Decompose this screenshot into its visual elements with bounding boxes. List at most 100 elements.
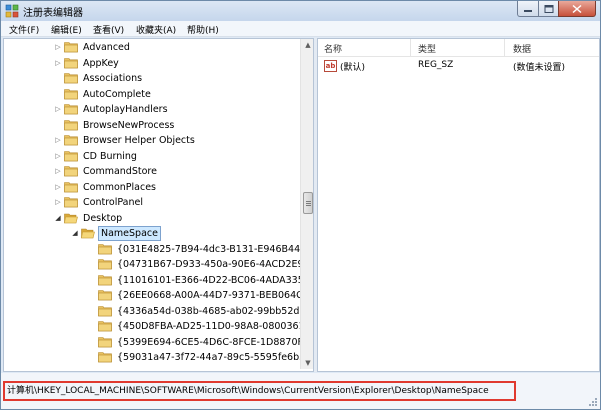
menu-help[interactable]: 帮助(H) <box>187 23 219 36</box>
folder-icon <box>98 305 112 316</box>
scrollbar-thumb[interactable] <box>303 192 313 214</box>
menu-file[interactable]: 文件(F) <box>9 23 39 36</box>
expand-arrow-icon[interactable]: ▷ <box>54 59 62 68</box>
registry-value-list[interactable]: 名称 类型 数据 ab (默认) REG_SZ (数值未设置) <box>317 38 600 372</box>
registry-path: 计算机\HKEY_LOCAL_MACHINE\SOFTWARE\Microsof… <box>3 381 516 401</box>
folder-icon <box>98 243 112 254</box>
tree-item-label: NameSpace <box>98 226 161 241</box>
expand-arrow-icon[interactable]: ▷ <box>54 105 62 114</box>
expand-arrow-icon[interactable]: ▷ <box>54 198 62 207</box>
tree-item-label: Browser Helper Objects <box>83 135 195 146</box>
registry-editor-window: 注册表编辑器 文件(F) 编辑(E) 查看(V) 收藏夹(A) 帮助(H) ▷ A… <box>0 0 601 410</box>
expand-arrow-icon[interactable]: ▷ <box>54 152 62 161</box>
tree-item-label: {11016101-E366-4D22-BC06-4ADA335C89 <box>117 274 314 286</box>
collapse-arrow-icon[interactable]: ◢ <box>54 214 62 223</box>
folder-icon <box>98 321 112 332</box>
status-bar: 计算机\HKEY_LOCAL_MACHINE\SOFTWARE\Microsof… <box>1 373 600 409</box>
expand-arrow-icon[interactable]: ▷ <box>54 43 62 52</box>
resize-grip-icon[interactable] <box>587 396 597 406</box>
registry-key-tree[interactable]: ▷ Advanced ▷ AppKey Associations AutoComplete… <box>3 38 314 372</box>
tree-item[interactable]: AutoComplete <box>54 87 294 102</box>
maximize-icon <box>544 4 553 13</box>
folder-icon <box>64 166 78 177</box>
tree-item-label: CommandStore <box>83 166 157 177</box>
folder-icon <box>64 150 78 161</box>
tree-item-label: {5399E694-6CE5-4D6C-8FCE-1D8870FDCB <box>117 336 314 348</box>
tree-item[interactable]: ◢ Desktop <box>54 211 294 226</box>
folder-icon <box>64 119 78 130</box>
folder-icon <box>64 181 78 192</box>
tree-vertical-scrollbar[interactable]: ▲ ▼ <box>300 39 313 369</box>
folder-icon <box>98 259 112 270</box>
minimize-button[interactable] <box>517 1 539 17</box>
tree-item[interactable]: ▷ CommonPlaces <box>54 180 294 195</box>
column-header-name[interactable]: 名称 <box>324 42 342 55</box>
list-item[interactable]: ab (默认) REG_SZ (数值未设置) <box>318 59 599 74</box>
tree-item-label: {59031a47-3f72-44a7-89c5-5595fe6b30ee <box>117 352 314 363</box>
tree-item[interactable]: {450D8FBA-AD25-11D0-98A8-0800361B11 <box>88 319 313 334</box>
tree-item[interactable]: {5399E694-6CE5-4D6C-8FCE-1D8870FDCB <box>88 335 313 350</box>
value-name: (默认) <box>340 63 366 73</box>
tree-item[interactable]: {11016101-E366-4D22-BC06-4ADA335C89 <box>88 273 313 288</box>
folder-icon <box>64 57 78 68</box>
tree-item[interactable]: ▷ CommandStore <box>54 164 294 179</box>
scroll-down-icon[interactable]: ▼ <box>301 357 313 369</box>
column-header-data[interactable]: 数据 <box>513 42 531 55</box>
folder-icon <box>98 336 112 347</box>
value-type: REG_SZ <box>418 60 454 70</box>
tree-item-label: BrowseNewProcess <box>83 119 175 131</box>
tree-item[interactable]: {59031a47-3f72-44a7-89c5-5595fe6b30ee <box>88 350 313 365</box>
string-value-icon: ab <box>324 60 337 72</box>
folder-icon <box>98 352 112 363</box>
value-data: (数值未设置) <box>513 63 566 73</box>
tree-item-label: {26EE0668-A00A-44D7-9371-BEB064C986 <box>117 290 314 301</box>
collapse-arrow-icon[interactable]: ◢ <box>71 229 79 238</box>
folder-icon <box>64 73 78 84</box>
folder-icon <box>98 274 112 285</box>
tree-item-label: AppKey <box>83 57 119 69</box>
minimize-icon <box>524 9 532 12</box>
folder-icon <box>64 88 78 99</box>
tree-item-label: CD Burning <box>83 150 137 162</box>
expand-arrow-icon[interactable]: ▷ <box>54 136 62 145</box>
tree-item[interactable]: ▷ AutoplayHandlers <box>54 102 294 117</box>
folder-icon <box>64 104 78 115</box>
expand-arrow-icon[interactable]: ▷ <box>54 167 62 176</box>
maximize-button[interactable] <box>538 1 559 17</box>
tree-item[interactable]: BrowseNewProcess <box>54 118 294 133</box>
folder-icon <box>64 197 78 208</box>
tree-item[interactable]: Associations <box>54 71 294 86</box>
tree-item-label: Associations <box>83 73 143 84</box>
tree-item[interactable]: {26EE0668-A00A-44D7-9371-BEB064C986 <box>88 288 313 303</box>
tree-item[interactable]: ▷ ControlPanel <box>54 195 294 210</box>
menu-favorites[interactable]: 收藏夹(A) <box>136 23 176 36</box>
tree-item[interactable]: ▷ CD Burning <box>54 149 294 164</box>
tree-item-label: ControlPanel <box>83 197 143 208</box>
menu-edit[interactable]: 编辑(E) <box>51 23 82 36</box>
tree-item-label: {4336a54d-038b-4685-ab02-99bb52d3fb8 <box>117 305 314 317</box>
tree-item[interactable]: {4336a54d-038b-4685-ab02-99bb52d3fb8 <box>88 304 313 319</box>
tree-item[interactable]: ▷ AppKey <box>54 56 294 71</box>
tree-item-label: CommonPlaces <box>83 181 156 193</box>
tree-item[interactable]: {04731B67-D933-450a-90E6-4ACD2E9408 <box>88 257 313 272</box>
close-button[interactable] <box>558 1 596 17</box>
close-icon <box>572 4 582 13</box>
folder-icon <box>81 228 95 239</box>
column-header-type[interactable]: 类型 <box>418 42 436 55</box>
tree-item[interactable]: ▷ Browser Helper Objects <box>54 133 294 148</box>
expand-arrow-icon[interactable]: ▷ <box>54 183 62 192</box>
tree-item[interactable]: ▷ Advanced <box>54 40 294 55</box>
folder-icon <box>64 135 78 146</box>
tree-item[interactable]: {031E4825-7B94-4dc3-B131-E946B44C8D <box>88 242 313 257</box>
tree-item-label: {031E4825-7B94-4dc3-B131-E946B44C8D <box>117 243 314 255</box>
menu-view[interactable]: 查看(V) <box>93 23 124 36</box>
tree-item[interactable]: ◢ NameSpace <box>71 226 294 241</box>
scroll-up-icon[interactable]: ▲ <box>301 39 313 51</box>
title-bar[interactable]: 注册表编辑器 <box>1 1 600 21</box>
